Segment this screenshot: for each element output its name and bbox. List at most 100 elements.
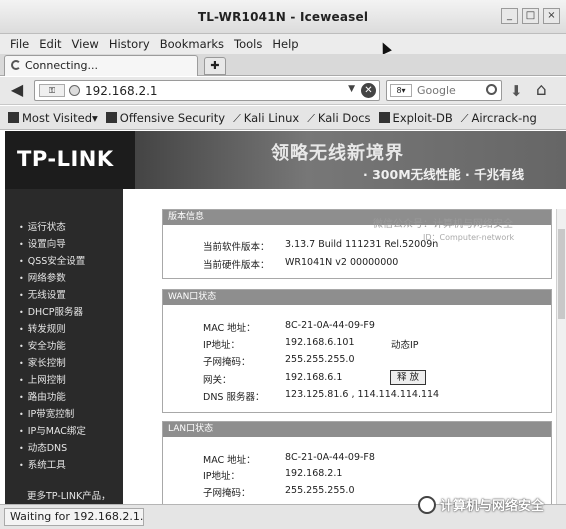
software-version-value: 3.13.7 Build 111231 Rel.52009n [285,239,439,250]
back-arrow-icon[interactable]: ◀ [6,81,28,101]
menu-edit[interactable]: Edit [39,37,61,51]
sidebar-item-ddns[interactable]: 动态DNS [19,440,86,457]
site-identity-icon[interactable]: ⚿ [39,84,65,97]
search-icon[interactable] [486,84,497,95]
lan-ip-value: 192.168.2.1 [285,468,343,479]
bookmark-most-visited[interactable]: Most Visited ▾ [8,111,98,125]
sidebar-item-wireless[interactable]: 无线设置 [19,287,86,304]
content-scrollbar[interactable] [556,209,566,504]
menu-history[interactable]: History [109,37,150,51]
kali-dragon-icon: ⟋ [233,112,241,125]
download-icon[interactable]: ⬇ [510,82,523,100]
status-text: Waiting for 192.168.2.1... [4,508,144,526]
watermark-bottom-text: 计算机与网络安全 [440,499,545,514]
search-input[interactable] [417,83,483,98]
window-titlebar: TL-WR1041N - Iceweasel _ □ × [0,0,566,34]
exploit-db-icon [378,112,390,123]
url-bar[interactable]: ⚿ ▼ ✕ [34,80,380,101]
sidebar-item-system-tools[interactable]: 系统工具 [19,457,86,474]
window-title: TL-WR1041N - Iceweasel [197,10,369,24]
scrollbar-thumb[interactable] [558,229,565,319]
content-gutter [123,189,161,504]
wan-mask-value: 255.255.255.0 [285,354,355,365]
new-tab-button[interactable]: ✚ [204,57,226,75]
lan-mac-value: 8C-21-0A-44-09-F8 [285,452,375,463]
router-banner: TP-LINK 领略无线新境界 · 300M无线性能 · 千兆有线 [5,131,566,189]
bookmarks-toolbar: Most Visited ▾ Offensive Security ⟋ Kali L… [0,106,566,130]
tab-bar: Connecting... ✚ [0,54,566,76]
wan-dns-value: 123.125.81.6 , 114.114.114.114 [285,389,440,400]
window-controls: _ □ × [501,8,560,24]
sidebar-item-parental-control[interactable]: 家长控制 [19,355,86,372]
sidebar-item-setup-wizard[interactable]: 设置向导 [19,236,86,253]
wan-ip-type: 动态IP [391,340,419,351]
wan-panel-heading: WAN口状态 [163,290,551,305]
sidebar-item-bandwidth[interactable]: IP带宽控制 [19,406,86,423]
bookmark-offensive-security[interactable]: Offensive Security [105,111,225,125]
menu-file[interactable]: File [10,37,29,51]
sidebar-item-dhcp[interactable]: DHCP服务器 [19,304,86,321]
menu-bookmarks[interactable]: Bookmarks [160,37,224,51]
loading-spinner-icon [11,60,21,70]
close-button[interactable]: × [543,8,560,24]
kali-dragon-icon: ⟋ [307,112,315,125]
offsec-icon [105,112,117,123]
tp-link-logo: TP-LINK [17,147,114,171]
globe-icon [69,85,80,96]
menu-view[interactable]: View [72,37,99,51]
wan-mac-value: 8C-21-0A-44-09-F9 [285,320,375,331]
bookmark-folder-icon [8,112,19,123]
tab-label: Connecting... [25,59,98,72]
sidebar-item-ip-mac-binding[interactable]: IP与MAC绑定 [19,423,86,440]
release-button[interactable]: 释 放 [390,370,426,385]
search-engine-icon[interactable]: 8▾ [390,84,412,97]
wechat-logo-icon [418,496,436,514]
url-input[interactable] [85,83,325,98]
wan-mask-label: 子网掩码： [203,357,251,368]
bookmark-kali-linux[interactable]: ⟋ Kali Linux [233,111,299,126]
sidebar-item-routing[interactable]: 路由功能 [19,389,86,406]
lan-mask-label: 子网掩码： [203,488,251,499]
more-products-link[interactable]: 更多TP-LINK产品， [27,488,111,502]
wan-gateway-label: 网关： [203,375,232,386]
bookmark-kali-docs[interactable]: ⟋ Kali Docs [307,111,370,126]
bookmark-exploit-db[interactable]: Exploit-DB [378,111,453,125]
stop-loading-icon[interactable]: ✕ [361,83,376,98]
url-dropdown-icon[interactable]: ▼ [348,84,355,94]
wan-mac-label: MAC 地址： [203,323,256,334]
sidebar-item-security[interactable]: 安全功能 [19,338,86,355]
watermark-id: ID：Computer-network [423,233,515,242]
lan-mask-value: 255.255.255.0 [285,485,355,496]
minimize-button[interactable]: _ [501,8,518,24]
wan-ip-value: 192.168.6.101 [285,337,355,348]
tab-connecting[interactable]: Connecting... [4,55,198,76]
banner-subline: · 300M无线性能 · 千兆有线 [363,167,525,182]
sidebar-item-qss[interactable]: QSS安全设置 [19,253,86,270]
lan-panel: LAN口状态 MAC 地址： 8C-21-0A-44-09-F8 IP地址： 1… [162,421,552,504]
hardware-version-value: WR1041N v2 00000000 [285,257,399,268]
aircrack-icon: ⟋ [460,112,469,125]
banner-slogan: 领略无线新境界 [271,143,404,164]
navigation-toolbar: ◀ ⚿ ▼ ✕ 8▾ ⬇ ⌂ [0,77,566,105]
wan-gateway-value: 192.168.6.1 [285,372,343,383]
sidebar-item-running-status[interactable]: 运行状态 [19,219,86,236]
watermark-text: 微信公众号：计算机与网络安全 [373,219,513,230]
lan-ip-label: IP地址： [203,471,241,482]
wan-dns-label: DNS 服务器： [203,392,265,403]
sidebar-item-forwarding[interactable]: 转发规则 [19,321,86,338]
router-sidebar: 运行状态 设置向导 QSS安全设置 网络参数 无线设置 DHCP服务器 转发规则… [5,189,123,504]
lan-panel-heading: LAN口状态 [163,422,551,437]
wan-panel: WAN口状态 MAC 地址： 8C-21-0A-44-09-F9 IP地址： 1… [162,289,552,413]
menu-help[interactable]: Help [272,37,298,51]
bookmark-aircrack-ng[interactable]: ⟋ Aircrack-ng [460,111,537,126]
sidebar-item-access-control[interactable]: 上网控制 [19,372,86,389]
search-bar[interactable]: 8▾ [386,80,502,101]
hardware-version-label: 当前硬件版本： [203,260,270,271]
software-version-label: 当前软件版本： [203,242,270,253]
home-icon[interactable]: ⌂ [536,80,547,100]
sidebar-item-network[interactable]: 网络参数 [19,270,86,287]
wan-ip-label: IP地址： [203,340,241,351]
router-main-content: 版本信息 当前软件版本： 3.13.7 Build 111231 Rel.520… [123,189,566,504]
menu-tools[interactable]: Tools [234,37,262,51]
maximize-button[interactable]: □ [522,8,539,24]
